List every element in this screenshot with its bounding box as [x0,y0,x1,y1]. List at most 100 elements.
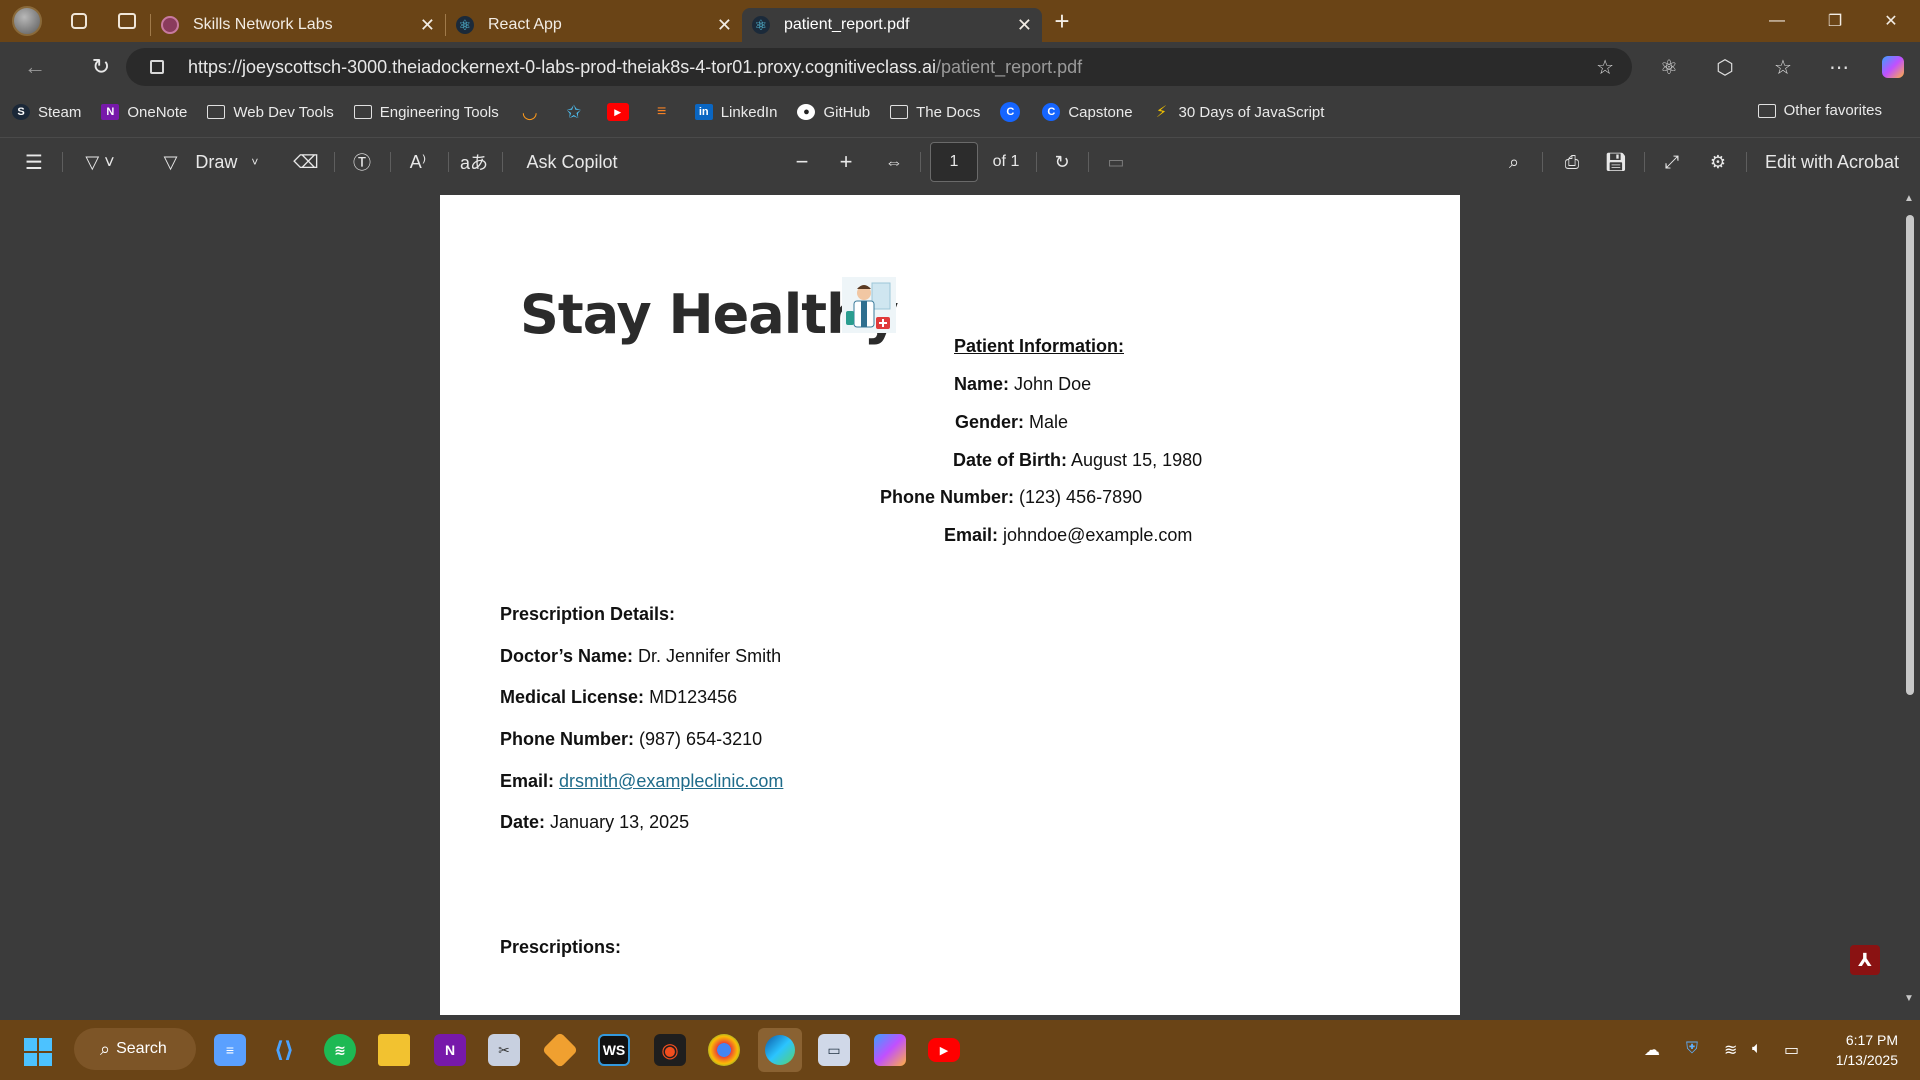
profile-avatar[interactable] [0,0,54,42]
onedrive-icon[interactable]: ☁ [1644,1040,1660,1060]
prescription-details-heading: Prescription Details: [500,604,675,625]
figma-icon[interactable]: ◉ [654,1034,686,1066]
field-label: Email: [944,525,999,545]
bookmark-30-days-of-javascript[interactable]: ⚡ 30 Days of JavaScript [1153,104,1325,122]
close-tab-icon[interactable]: ✕ [717,15,732,36]
close-window-button[interactable]: ✕ [1862,0,1920,42]
close-tab-icon[interactable]: ✕ [1017,15,1032,36]
acrobat-icon[interactable]: ⅄ [1850,945,1880,975]
workspaces-icon[interactable] [54,0,104,42]
doctor-email-link[interactable]: drsmith@exampleclinic.com [559,771,783,791]
close-tab-icon[interactable]: ✕ [420,15,435,36]
vertical-scrollbar[interactable]: ▲ ▼ [1900,185,1920,1015]
tab-react-app[interactable]: ⚛ React App ✕ [446,8,742,42]
find-icon[interactable]: ⌕ [1498,138,1530,186]
text-box-icon[interactable]: Ⓣ [346,138,378,186]
onenote-icon: N [101,104,120,120]
scroll-up-icon[interactable]: ▲ [1904,193,1914,204]
edge-icon[interactable] [758,1028,802,1072]
page-number-input[interactable]: 1 [930,142,978,182]
tab-actions-icon[interactable] [104,0,150,42]
address-row: ← ↻ https://joeyscottsch-3000.theiadocke… [0,42,1920,92]
snipping-tool-icon[interactable]: ✂ [488,1034,520,1066]
tab-patient-report-pdf[interactable]: ⚛ patient_report.pdf ✕ [742,8,1042,42]
volume-icon[interactable]: 🔈︎ [1752,1040,1762,1058]
patient-gender: Male [1029,412,1069,432]
start-button[interactable] [24,1038,52,1066]
c-bookmark-icon[interactable]: C [1000,102,1021,122]
draw-button[interactable]: ▽ Draw ˅ [156,138,266,186]
security-shield-icon[interactable]: ⛨ [1686,1040,1698,1058]
wifi-icon[interactable]: ≋ [1724,1040,1737,1060]
translate-icon[interactable]: aあ [456,138,492,186]
tab-skills-network-labs[interactable]: Skills Network Labs ✕ [151,8,445,42]
bookmark-linkedin[interactable]: in LinkedIn [694,103,778,121]
sourcetree-icon[interactable] [541,1031,579,1069]
chrome-icon[interactable] [708,1034,740,1066]
visual-studio-code-icon[interactable]: ⟨⟩ [268,1034,300,1066]
field-label: Phone Number: [880,487,1015,507]
fullscreen-icon[interactable]: ⤢ [1656,138,1688,186]
refresh-button[interactable]: ↻ [80,46,122,88]
medical-license-row: Medical License: MD123456 [500,687,737,708]
webstorm-icon[interactable]: WS [598,1034,630,1066]
rotate-icon[interactable]: ↻ [1046,138,1078,186]
file-explorer-icon[interactable] [378,1034,410,1066]
url-path: /patient_report.pdf [936,56,1083,77]
stackoverflow-bookmark-icon[interactable]: ≡ [651,103,673,121]
favorite-star-icon[interactable]: ☆ [1596,55,1614,80]
bookmark-label: LinkedIn [720,103,778,121]
address-bar[interactable]: https://joeyscottsch-3000.theiadockernex… [126,48,1632,86]
orange-arc-bookmark-icon[interactable]: ◡ [519,102,541,122]
bookmark-github[interactable]: ● GitHub [797,104,870,121]
more-menu-icon[interactable]: ⋯ [1822,52,1856,82]
scroll-down-icon[interactable]: ▼ [1904,993,1914,1004]
new-tab-button[interactable]: + [1042,0,1082,42]
read-aloud-icon[interactable]: A⁾ [400,138,436,186]
capstone-icon: C [1042,103,1061,121]
system-clock[interactable]: 6:17 PM 1/13/2025 [1836,1030,1898,1070]
copilot-icon[interactable] [1876,52,1910,82]
eraser-icon[interactable]: ⌫ [290,138,322,186]
spotify-icon[interactable]: ≋ [324,1034,356,1066]
battery-icon[interactable]: ▭ [1784,1040,1799,1060]
bookmark-engineering-tools[interactable]: Engineering Tools [353,104,499,121]
save-icon[interactable]: 💾︎ [1600,138,1632,186]
lock-icon[interactable] [150,60,164,74]
highlight-icon[interactable]: ▽ ˅ [72,138,128,186]
edit-with-acrobat-button[interactable]: Edit with Acrobat [1758,138,1906,186]
remote-desktop-icon[interactable]: ▭ [818,1034,850,1066]
fit-to-page-icon[interactable]: ⇔ [876,138,912,186]
print-icon[interactable]: ⎙ [1556,138,1588,186]
pdf-viewer[interactable]: Stay Healthy Patient Information: Name: … [0,185,1920,1015]
bookmark-other-favorites[interactable]: Other favorites [1757,102,1882,119]
onenote-app-icon[interactable]: N [434,1034,466,1066]
minimize-button[interactable]: — [1748,0,1806,42]
bookmark-web-dev-tools[interactable]: Web Dev Tools [207,104,334,121]
zoom-in-button[interactable]: + [832,138,860,186]
scroll-thumb[interactable] [1906,215,1914,695]
pdf-toolbar: ☰ ▽ ˅ ▽ Draw ˅ ⌫ Ⓣ A⁾ aあ Ask Copilot − + ⇔… [0,137,1920,185]
back-button[interactable]: ← [14,46,56,88]
taskbar-search[interactable]: ⌕ Search [74,1028,196,1070]
youtube-bookmark-icon[interactable]: ▶ [606,103,629,121]
patient-email-row: Email: johndoe@example.com [944,525,1192,546]
extensions-icon[interactable]: ⬡ [1708,52,1742,82]
contents-icon[interactable]: ☰ [18,138,50,186]
page-view-icon[interactable]: ▭ [1100,138,1132,186]
notepad-icon[interactable]: ≡ [214,1034,246,1066]
bookmark-onenote[interactable]: N OneNote [101,104,187,121]
restore-button[interactable]: ❐ [1806,0,1864,42]
react-devtools-icon[interactable]: ⚛ [1652,52,1686,82]
ask-copilot-button[interactable]: Ask Copilot [520,138,624,186]
favorites-icon[interactable]: ☆ [1766,52,1800,82]
bookmark-steam[interactable]: S Steam [12,104,81,121]
copilot-app-icon[interactable] [874,1034,906,1066]
youtube-app-icon[interactable]: ▶ [928,1038,960,1062]
settings-gear-icon[interactable]: ⚙ [1702,138,1734,186]
bookmark-label: Other favorites [1783,102,1882,119]
bookmark-the-docs[interactable]: The Docs [890,104,980,121]
bookmark-capstone[interactable]: C Capstone [1042,103,1133,121]
zoom-out-button[interactable]: − [788,138,816,186]
star-bookmark-icon[interactable]: ✩ [563,102,585,122]
